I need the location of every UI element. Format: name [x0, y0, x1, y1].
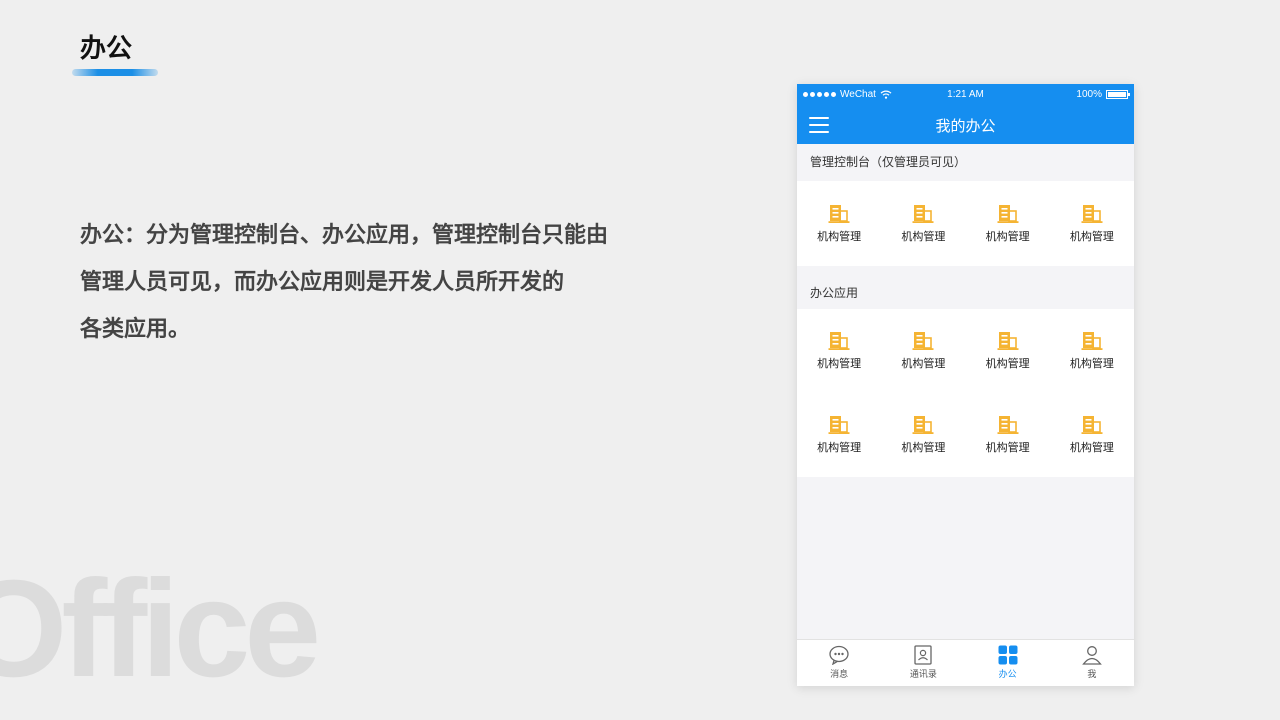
description: 办公：分为管理控制台、办公应用，管理控制台只能由 管理人员可见，而办公应用则是开…	[80, 214, 700, 355]
office-app-item[interactable]: 机构管理	[797, 309, 881, 393]
section-header-apps: 办公应用	[797, 266, 1134, 309]
tab-contacts[interactable]: 通讯录	[881, 640, 965, 686]
description-line: 管理人员可见，而办公应用则是开发人员所开发的	[80, 270, 565, 295]
person-icon	[1082, 646, 1102, 665]
battery-percent: 100%	[1076, 89, 1102, 100]
battery-icon	[1106, 90, 1130, 99]
item-label: 机构管理	[1069, 229, 1114, 243]
item-label: 机构管理	[985, 229, 1030, 243]
watermark-text: Office	[0, 552, 321, 706]
building-icon	[912, 204, 934, 223]
description-line: 办公：分为管理控制台、办公应用，管理控制台只能由	[80, 223, 609, 248]
office-app-item[interactable]: 机构管理	[966, 393, 1050, 477]
building-icon	[1081, 416, 1103, 434]
office-app-item[interactable]: 机构管理	[797, 393, 881, 477]
building-icon	[997, 416, 1019, 434]
building-icon	[828, 332, 850, 350]
item-label: 机构管理	[817, 357, 862, 370]
tab-label: 我	[1087, 670, 1097, 680]
building-icon	[828, 416, 850, 434]
status-bar: WeChat 1:21 AM 100%	[797, 84, 1134, 106]
item-label: 机构管理	[985, 441, 1030, 454]
description-line: 各类应用。	[80, 317, 191, 342]
admin-console-item[interactable]: 机构管理	[797, 181, 881, 266]
admin-console-item[interactable]: 机构管理	[881, 181, 965, 266]
item-label: 机构管理	[1069, 441, 1114, 454]
apps-grid: 机构管理 机构管理 机构管理 机构管理 机构管理 机构管理 机构管理 机构管理	[797, 309, 1134, 477]
grid-apps-icon	[998, 645, 1018, 665]
building-icon	[912, 416, 934, 434]
tab-bar: 消息 通讯录 办公 我	[797, 639, 1134, 686]
building-icon	[912, 332, 934, 350]
office-app-item[interactable]: 机构管理	[881, 309, 965, 393]
nav-title: 我的办公	[935, 117, 996, 135]
item-label: 机构管理	[901, 441, 946, 454]
section-header-admin: 管理控制台（仅管理员可见）	[797, 144, 1134, 181]
item-label: 机构管理	[901, 357, 946, 370]
title-accent-bar	[72, 69, 158, 76]
tab-label: 通讯录	[909, 670, 937, 680]
building-icon	[1081, 332, 1103, 350]
admin-console-item[interactable]: 机构管理	[1050, 181, 1134, 266]
slide-title: 办公	[80, 34, 133, 64]
phone-mockup: WeChat 1:21 AM 100% 我的办公 管理控制台（仅管理员可见） 机…	[797, 84, 1134, 686]
building-icon	[997, 204, 1019, 223]
tab-office[interactable]: 办公	[966, 640, 1050, 686]
tab-label: 消息	[830, 670, 849, 680]
building-icon	[997, 332, 1019, 350]
tab-messages[interactable]: 消息	[797, 640, 881, 686]
admin-grid: 机构管理 机构管理 机构管理 机构管理	[797, 181, 1134, 266]
building-icon	[828, 204, 850, 223]
item-label: 机构管理	[901, 229, 946, 243]
building-icon	[1081, 204, 1103, 223]
office-app-item[interactable]: 机构管理	[1050, 393, 1134, 477]
office-app-item[interactable]: 机构管理	[1050, 309, 1134, 393]
status-right: 100%	[1076, 89, 1130, 100]
chat-bubble-icon	[829, 645, 849, 665]
contacts-icon	[914, 645, 933, 665]
admin-console-item[interactable]: 机构管理	[966, 181, 1050, 266]
item-label: 机构管理	[817, 229, 862, 243]
tab-me[interactable]: 我	[1050, 640, 1134, 686]
item-label: 机构管理	[817, 441, 862, 454]
nav-bar: 我的办公	[797, 106, 1134, 144]
tab-label: 办公	[998, 670, 1017, 680]
item-label: 机构管理	[1069, 357, 1114, 370]
office-app-item[interactable]: 机构管理	[966, 309, 1050, 393]
item-label: 机构管理	[985, 357, 1030, 370]
office-app-item[interactable]: 机构管理	[881, 393, 965, 477]
